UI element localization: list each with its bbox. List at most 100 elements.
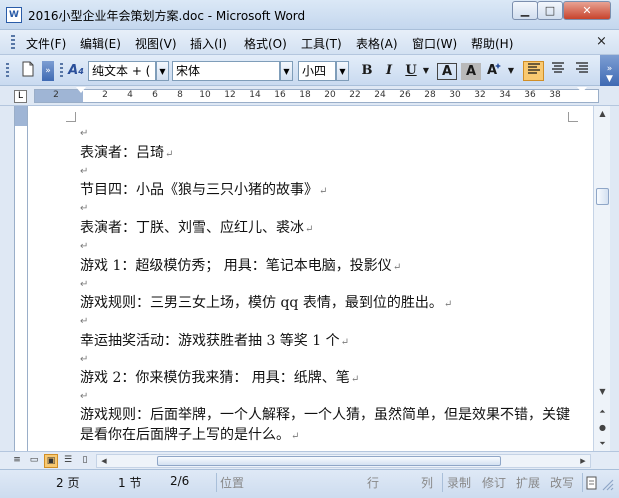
ruler-label: 24 bbox=[374, 90, 386, 100]
char-border-button[interactable]: A bbox=[437, 63, 457, 80]
status-page: 2 页 bbox=[56, 476, 80, 490]
ruler-label: 22 bbox=[349, 90, 361, 100]
style-dropdown-arrow-icon[interactable]: ▼ bbox=[156, 61, 169, 81]
toolbar-grip-handle[interactable] bbox=[6, 63, 9, 79]
align-right-button[interactable] bbox=[571, 61, 592, 81]
status-separator bbox=[442, 473, 443, 492]
toolbar-options-chevron-icon[interactable]: » bbox=[42, 61, 54, 81]
new-document-button[interactable] bbox=[18, 61, 38, 81]
paragraph-mark: ↵ bbox=[80, 203, 89, 214]
outline-view-icon[interactable]: ☰ bbox=[61, 454, 75, 468]
close-document-button[interactable]: × bbox=[596, 34, 607, 49]
char-shading-button[interactable]: A bbox=[461, 63, 481, 80]
web-layout-view-icon[interactable]: ▭ bbox=[27, 454, 41, 468]
doc-paragraph[interactable]: 表演者：吕琦↵ bbox=[80, 142, 173, 162]
align-left-icon bbox=[527, 63, 540, 74]
document-page[interactable]: ↵ 表演者：吕琦↵ ↵ 节目四：小品《狼与三只小猪的故事》↵ ↵ 表演者：丁朕、… bbox=[28, 106, 593, 451]
maximize-button[interactable]: □ bbox=[537, 1, 563, 20]
ruler-label: 12 bbox=[224, 90, 236, 100]
ruler-label: 8 bbox=[177, 90, 183, 100]
menu-file[interactable]: 文件(F) bbox=[26, 35, 66, 52]
menu-view[interactable]: 视图(V) bbox=[135, 35, 177, 52]
menu-table[interactable]: 表格(A) bbox=[356, 35, 398, 52]
menu-edit[interactable]: 编辑(E) bbox=[80, 35, 121, 52]
toolbar-overflow-chevron-icon[interactable]: » ▼ bbox=[600, 55, 619, 86]
right-indent-marker-icon[interactable] bbox=[577, 87, 587, 93]
left-gutter bbox=[0, 106, 14, 451]
reading-layout-view-icon[interactable]: ▯ bbox=[78, 454, 92, 468]
doc-paragraph[interactable]: 是看你在后面牌子上写的是什么。↵ bbox=[80, 424, 299, 444]
underline-dropdown-arrow-icon[interactable]: ▼ bbox=[421, 61, 431, 81]
status-extend[interactable]: 扩展 bbox=[516, 474, 540, 491]
status-revise[interactable]: 修订 bbox=[482, 474, 506, 491]
status-record[interactable]: 录制 bbox=[447, 474, 471, 491]
doc-paragraph[interactable]: 节目四：小品《狼与三只小猪的故事》↵ bbox=[80, 179, 327, 199]
doc-paragraph[interactable]: 幸运抽奖活动：游戏获胜者抽 3 等奖 1 个↵ bbox=[80, 330, 349, 350]
ruler-label: 18 bbox=[299, 90, 311, 100]
menu-help[interactable]: 帮助(H) bbox=[471, 35, 513, 52]
spelling-check-icon[interactable] bbox=[586, 476, 598, 490]
doc-paragraph[interactable]: 表演者：丁朕、刘雪、应红儿、裘冰↵ bbox=[80, 217, 313, 237]
scroll-up-arrow-icon[interactable]: ▲ bbox=[595, 106, 610, 121]
menu-format[interactable]: 格式(O) bbox=[244, 35, 287, 52]
align-center-button[interactable] bbox=[547, 61, 568, 81]
minimize-button[interactable]: ▁ bbox=[512, 1, 538, 20]
previous-page-icon[interactable]: ⏶ bbox=[595, 404, 610, 419]
page-corner-mark bbox=[66, 112, 76, 122]
status-bar: 2 页 1 节 2/6 位置 行 列 录制 修订 扩展 改写 bbox=[0, 469, 619, 498]
close-window-button[interactable]: ✕ bbox=[563, 1, 611, 20]
print-layout-view-icon[interactable]: ▣ bbox=[44, 454, 58, 468]
vertical-scroll-thumb[interactable] bbox=[596, 188, 609, 205]
menu-window[interactable]: 窗口(W) bbox=[412, 35, 457, 52]
resize-grip-icon[interactable] bbox=[601, 478, 615, 492]
ruler-label: 26 bbox=[399, 90, 411, 100]
horizontal-ruler[interactable]: 2 2 4 6 8 10 12 14 16 18 20 22 24 26 28 … bbox=[34, 87, 599, 103]
styles-pane-icon[interactable]: A4 bbox=[66, 61, 86, 81]
ruler-label: 20 bbox=[324, 90, 336, 100]
font-combo[interactable]: 宋体 bbox=[172, 61, 280, 81]
toolbar-grip-handle-2[interactable] bbox=[60, 63, 63, 79]
horizontal-scrollbar[interactable]: ◀ ▶ bbox=[96, 454, 591, 468]
menu-tools[interactable]: 工具(T) bbox=[301, 35, 342, 52]
next-page-icon[interactable]: ⏷ bbox=[595, 436, 610, 451]
scroll-right-arrow-icon[interactable]: ▶ bbox=[576, 455, 590, 467]
horizontal-scroll-thumb[interactable] bbox=[157, 456, 501, 466]
ruler-label: 10 bbox=[199, 90, 211, 100]
ruler-label: 30 bbox=[449, 90, 461, 100]
style-combo[interactable]: 纯文本 + ( bbox=[88, 61, 156, 81]
font-dropdown-arrow-icon[interactable]: ▼ bbox=[280, 61, 293, 81]
status-separator bbox=[582, 473, 583, 492]
horizontal-ruler-row: L 2 2 4 6 8 10 12 14 16 18 20 22 24 26 2… bbox=[0, 86, 619, 106]
underline-button[interactable]: U bbox=[401, 61, 421, 81]
ruler-label: 2 bbox=[53, 90, 59, 100]
doc-paragraph[interactable]: 游戏 2：你来模仿我来猜： 用具：纸牌、笔↵ bbox=[80, 367, 359, 387]
font-size-dropdown-arrow-icon[interactable]: ▼ bbox=[336, 61, 349, 81]
vertical-ruler[interactable] bbox=[14, 106, 28, 451]
status-overwrite[interactable]: 改写 bbox=[550, 474, 574, 491]
doc-paragraph[interactable]: 游戏规则：后面举牌，一个人解释，一个人猜，虽然简单，但是效果不错，关键 bbox=[80, 404, 570, 424]
normal-view-icon[interactable]: ≡ bbox=[10, 454, 24, 468]
ruler-label: 2 bbox=[102, 90, 108, 100]
status-position: 位置 bbox=[220, 476, 245, 490]
menu-insert[interactable]: 插入(I) bbox=[190, 35, 227, 52]
status-page-of: 2/6 bbox=[170, 474, 190, 488]
align-left-button[interactable] bbox=[523, 61, 544, 81]
doc-paragraph[interactable]: 游戏 1：超级模仿秀； 用具：笔记本电脑，投影仪↵ bbox=[80, 255, 401, 275]
scroll-left-arrow-icon[interactable]: ◀ bbox=[97, 455, 111, 467]
bold-button[interactable]: B bbox=[357, 61, 377, 81]
select-browse-object-icon[interactable]: ● bbox=[595, 420, 610, 435]
doc-paragraph[interactable]: 游戏规则：三男三女上场，模仿 qq 表情，最到位的胜出。↵ bbox=[80, 292, 452, 312]
vertical-scrollbar[interactable]: ▲ ▼ ⏶ ● ⏷ bbox=[593, 106, 610, 451]
view-bar: ≡ ▭ ▣ ☰ ▯ ◀ ▶ bbox=[0, 451, 619, 469]
tab-selector-icon[interactable]: L bbox=[14, 90, 27, 103]
italic-button[interactable]: I bbox=[379, 61, 399, 81]
first-line-indent-marker-icon[interactable] bbox=[76, 87, 86, 93]
scroll-down-arrow-icon[interactable]: ▼ bbox=[595, 384, 610, 399]
text-effect-dropdown-arrow-icon[interactable]: ▼ bbox=[506, 61, 516, 81]
font-size-combo[interactable]: 小四 bbox=[298, 61, 336, 81]
svg-text:A: A bbox=[487, 63, 497, 77]
paragraph-mark: ↵ bbox=[80, 166, 89, 177]
text-effect-icon: A bbox=[487, 63, 501, 78]
menu-grip-handle[interactable] bbox=[11, 35, 15, 50]
text-effect-button[interactable]: A bbox=[484, 61, 506, 81]
